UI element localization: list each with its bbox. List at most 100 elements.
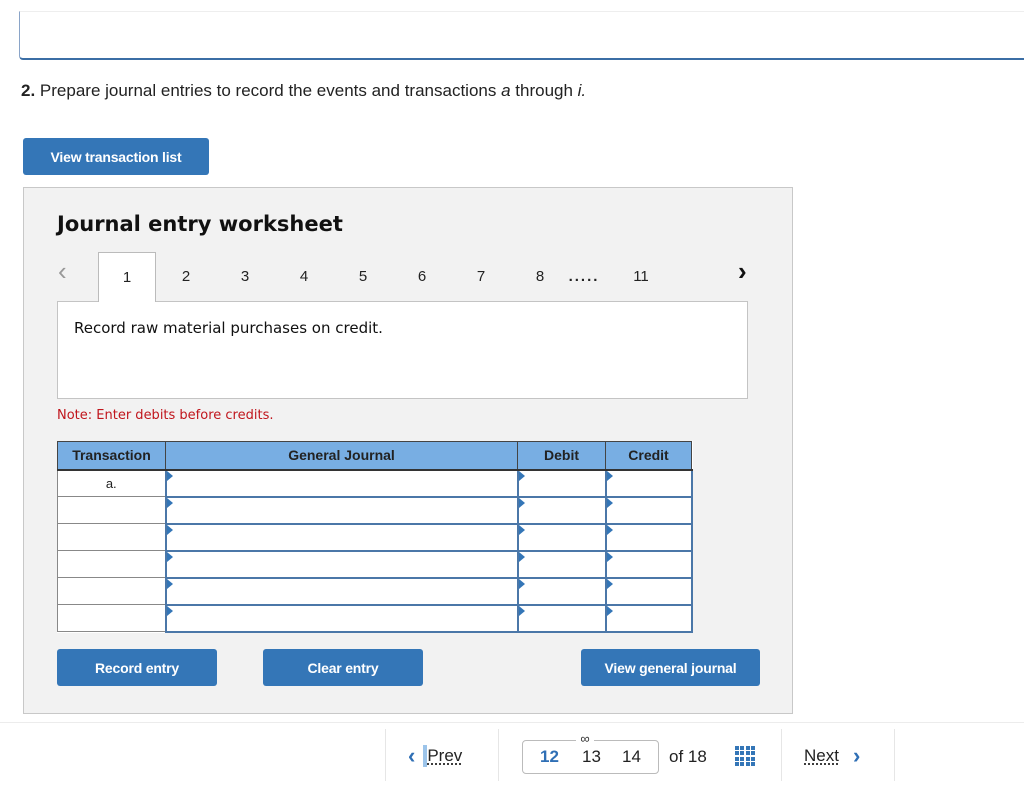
tab-3[interactable]: 3	[216, 252, 274, 301]
chevron-right-icon: ›	[852, 743, 861, 768]
journal-table: Transaction General Journal Debit Credit…	[57, 441, 693, 633]
transaction-cell	[57, 496, 166, 524]
question-text-part: Prepare journal entries to record the ev…	[39, 81, 502, 100]
dropdown-marker-icon	[518, 470, 525, 481]
question-text: 2. Prepare journal entries to record the…	[21, 81, 586, 101]
link-icon: ∞	[576, 732, 594, 745]
chevron-left-icon[interactable]: ‹	[58, 258, 67, 284]
dropdown-marker-icon	[166, 524, 173, 535]
table-row	[57, 603, 693, 633]
debit-input[interactable]	[516, 468, 607, 498]
footer-separator	[894, 729, 895, 781]
footer-separator	[781, 729, 782, 781]
footer-separator	[498, 729, 499, 781]
transaction-cell	[57, 550, 166, 578]
dropdown-marker-icon	[166, 497, 173, 508]
header-debit: Debit	[517, 441, 606, 471]
credit-input[interactable]	[604, 522, 693, 552]
tab-11[interactable]: 11	[612, 252, 670, 301]
question-italic-i: i.	[577, 81, 587, 100]
transaction-description: Record raw material purchases on credit.	[74, 319, 383, 337]
footer-separator	[385, 729, 386, 781]
worksheet-title: Journal entry worksheet	[57, 212, 343, 236]
header-credit: Credit	[605, 441, 692, 471]
tab-ellipsis: .....	[568, 268, 600, 285]
chevron-left-icon: ‹	[408, 743, 416, 768]
tab-8[interactable]: 8	[511, 252, 569, 301]
header-transaction: Transaction	[57, 441, 166, 471]
table-header-row: Transaction General Journal Debit Credit	[57, 441, 692, 471]
next-label: Next	[804, 746, 839, 765]
header-general-journal: General Journal	[165, 441, 518, 471]
account-input[interactable]	[164, 603, 519, 633]
answer-box-top	[19, 11, 1024, 60]
note-text: Note: Enter debits before credits.	[57, 408, 274, 423]
credit-input[interactable]	[604, 576, 693, 606]
credit-input[interactable]	[604, 549, 693, 579]
tab-6[interactable]: 6	[393, 252, 451, 301]
transaction-description-box: Record raw material purchases on credit.	[57, 301, 748, 399]
clear-entry-button[interactable]: Clear entry	[263, 649, 423, 686]
transaction-cell	[57, 604, 166, 632]
tab-4[interactable]: 4	[275, 252, 333, 301]
grid-icon[interactable]	[735, 746, 755, 766]
dropdown-marker-icon	[606, 605, 613, 616]
chevron-right-icon[interactable]: ›	[738, 258, 747, 284]
credit-input[interactable]	[604, 468, 693, 498]
dropdown-marker-icon	[606, 551, 613, 562]
dropdown-marker-icon	[166, 605, 173, 616]
debit-input[interactable]	[516, 576, 607, 606]
table-row	[57, 522, 693, 552]
account-input[interactable]	[164, 522, 519, 552]
table-row	[57, 576, 693, 606]
dropdown-marker-icon	[518, 524, 525, 535]
record-entry-button[interactable]: Record entry	[57, 649, 217, 686]
view-general-journal-button[interactable]: View general journal	[581, 649, 760, 686]
dropdown-marker-icon	[166, 551, 173, 562]
account-input[interactable]	[164, 495, 519, 525]
dropdown-marker-icon	[606, 470, 613, 481]
dropdown-marker-icon	[518, 497, 525, 508]
page-total: of 18	[669, 747, 707, 766]
dropdown-marker-icon	[518, 578, 525, 589]
tab-7[interactable]: 7	[452, 252, 510, 301]
transaction-cell	[57, 523, 166, 551]
dropdown-marker-icon	[606, 497, 613, 508]
debit-input[interactable]	[516, 603, 607, 633]
transaction-cell: a.	[57, 469, 166, 497]
tab-5[interactable]: 5	[334, 252, 392, 301]
credit-input[interactable]	[604, 495, 693, 525]
transaction-cell	[57, 577, 166, 605]
dropdown-marker-icon	[166, 470, 173, 481]
debit-input[interactable]	[516, 522, 607, 552]
question-number: 2.	[21, 81, 36, 100]
page-13[interactable]: 13	[582, 747, 601, 767]
worksheet-tabs: ‹ 1 2 3 4 5 6 7 8 ..... 11 ›	[24, 252, 794, 302]
credit-input[interactable]	[604, 603, 693, 633]
tab-2[interactable]: 2	[157, 252, 215, 301]
tab-1[interactable]: 1	[98, 252, 156, 302]
dropdown-marker-icon	[606, 578, 613, 589]
debit-input[interactable]	[516, 549, 607, 579]
account-input[interactable]	[164, 576, 519, 606]
dropdown-marker-icon	[606, 524, 613, 535]
footer-divider	[0, 722, 1024, 723]
dropdown-marker-icon	[518, 551, 525, 562]
table-row	[57, 549, 693, 579]
prev-button[interactable]: ‹ Prev	[408, 745, 462, 767]
table-row	[57, 495, 693, 525]
page-14[interactable]: 14	[622, 747, 641, 767]
table-row: a.	[57, 468, 693, 498]
view-transaction-list-button[interactable]: View transaction list	[23, 138, 209, 175]
journal-entry-worksheet: Journal entry worksheet ‹ 1 2 3 4 5 6 7 …	[23, 187, 793, 714]
question-text-part: through	[510, 81, 578, 100]
debit-input[interactable]	[516, 495, 607, 525]
dropdown-marker-icon	[166, 578, 173, 589]
next-button[interactable]: Next ›	[804, 745, 860, 767]
account-input[interactable]	[164, 549, 519, 579]
question-italic-a: a	[501, 81, 511, 100]
prev-label: Prev	[427, 746, 463, 765]
account-input[interactable]	[164, 468, 519, 498]
dropdown-marker-icon	[518, 605, 525, 616]
page-12[interactable]: 12	[540, 747, 559, 767]
